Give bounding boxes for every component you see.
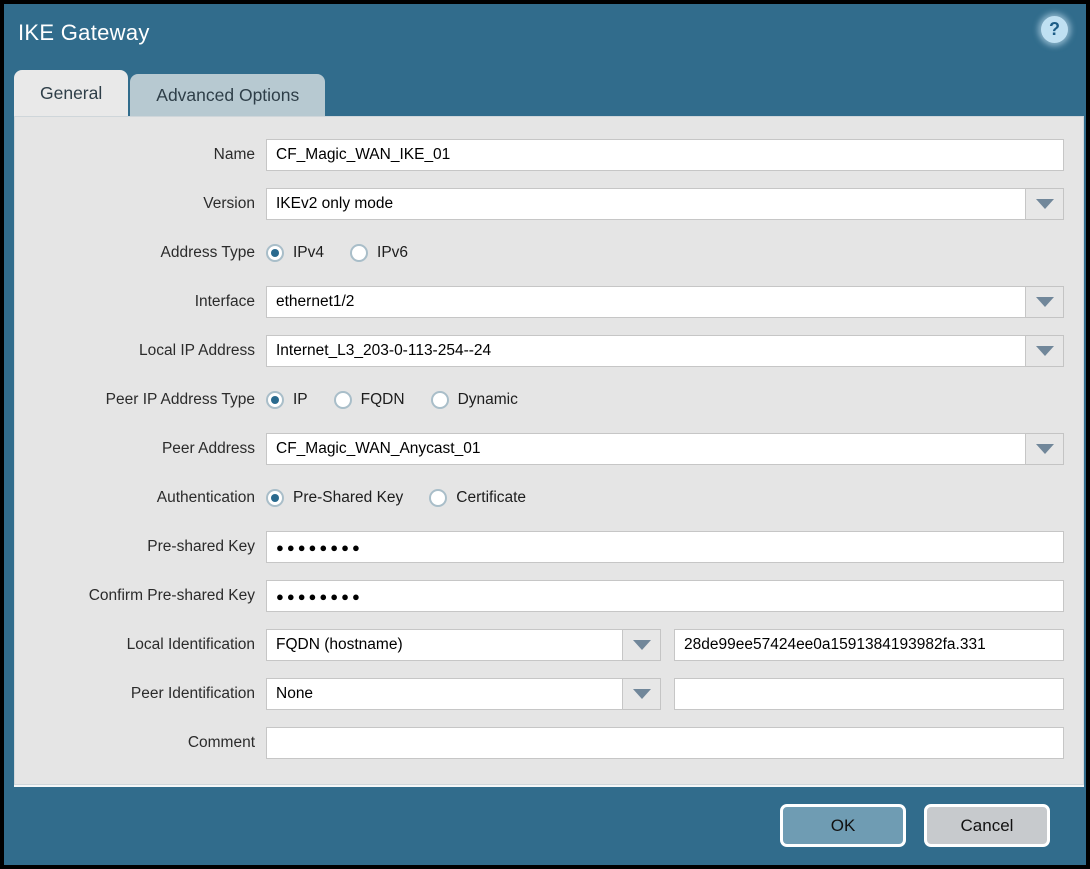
tab-bar: General Advanced Options — [14, 70, 326, 116]
confirm-pre-shared-key-row: Confirm Pre-shared Key ●●●●●●●● — [14, 580, 1064, 612]
peer-address-row: Peer Address CF_Magic_WAN_Anycast_01 — [14, 433, 1064, 465]
radio-dynamic-label[interactable]: Dynamic — [458, 391, 518, 409]
version-row: Version IKEv2 only mode — [14, 188, 1064, 220]
local-identification-dropdown-arrow-icon[interactable] — [623, 629, 661, 661]
local-ip-address-select-value[interactable]: Internet_L3_203-0-113-254--24 — [266, 335, 1026, 367]
radio-ipv4-label[interactable]: IPv4 — [293, 244, 324, 262]
peer-ip-address-type-row: Peer IP Address Type IP FQDN Dynamic — [14, 384, 1064, 416]
confirm-pre-shared-key-input[interactable]: ●●●●●●●● — [266, 580, 1064, 612]
local-identification-label: Local Identification — [126, 636, 255, 653]
peer-identification-type-select-value[interactable]: None — [266, 678, 623, 710]
pre-shared-key-input[interactable]: ●●●●●●●● — [266, 531, 1064, 563]
dialog-title: IKE Gateway — [18, 20, 150, 45]
tab-advanced-options[interactable]: Advanced Options — [130, 74, 326, 116]
local-ip-address-label: Local IP Address — [138, 342, 255, 359]
radio-ipv6-label[interactable]: IPv6 — [377, 244, 408, 262]
local-identification-value-input[interactable]: 28de99ee57424ee0a1591384193982fa.331 — [674, 629, 1064, 661]
local-identification-type-select-value[interactable]: FQDN (hostname) — [266, 629, 623, 661]
dialog-titlebar: IKE Gateway ? — [4, 4, 1086, 62]
tab-general[interactable]: General — [14, 70, 129, 116]
radio-dynamic[interactable] — [430, 391, 449, 409]
local-ip-address-dropdown-arrow-icon[interactable] — [1026, 335, 1064, 367]
radio-fqdn[interactable] — [333, 391, 352, 409]
pre-shared-key-label: Pre-shared Key — [147, 538, 255, 555]
name-label: Name — [213, 146, 255, 163]
peer-address-select-value[interactable]: CF_Magic_WAN_Anycast_01 — [266, 433, 1026, 465]
radio-pre-shared-key[interactable] — [266, 489, 284, 507]
authentication-label: Authentication — [156, 489, 255, 506]
name-row: Name CF_Magic_WAN_IKE_01 — [14, 139, 1064, 171]
address-type-label: Address Type — [160, 244, 256, 261]
local-ip-address-row: Local IP Address Internet_L3_203-0-113-2… — [14, 335, 1064, 367]
radio-ip[interactable] — [266, 391, 284, 409]
version-select-value[interactable]: IKEv2 only mode — [266, 188, 1026, 220]
radio-pre-shared-key-label[interactable]: Pre-Shared Key — [293, 489, 403, 507]
peer-ip-address-type-label: Peer IP Address Type — [105, 391, 255, 408]
radio-fqdn-label[interactable]: FQDN — [361, 391, 405, 409]
radio-ipv6[interactable] — [350, 244, 369, 262]
comment-input[interactable] — [266, 727, 1064, 759]
comment-row: Comment — [14, 727, 1064, 759]
cancel-button[interactable]: Cancel — [924, 804, 1050, 847]
interface-row: Interface ethernet1/2 — [14, 286, 1064, 318]
name-input[interactable]: CF_Magic_WAN_IKE_01 — [266, 139, 1064, 171]
radio-certificate[interactable] — [429, 489, 448, 507]
interface-select-value[interactable]: ethernet1/2 — [266, 286, 1026, 318]
radio-certificate-label[interactable]: Certificate — [456, 489, 526, 507]
pre-shared-key-row: Pre-shared Key ●●●●●●●● — [14, 531, 1064, 563]
comment-label: Comment — [187, 734, 255, 751]
address-type-row: Address Type IPv4 IPv6 — [14, 237, 1064, 269]
interface-label: Interface — [194, 293, 255, 310]
dialog-footer: OK Cancel — [4, 786, 1086, 865]
confirm-pre-shared-key-label: Confirm Pre-shared Key — [88, 587, 255, 604]
local-identification-row: Local Identification FQDN (hostname) 28d… — [14, 629, 1064, 661]
peer-identification-value-input[interactable] — [674, 678, 1064, 710]
general-tab-panel: Name CF_Magic_WAN_IKE_01 Version IKEv2 o… — [14, 116, 1084, 787]
ok-button[interactable]: OK — [780, 804, 906, 847]
version-dropdown-arrow-icon[interactable] — [1026, 188, 1064, 220]
radio-ip-label[interactable]: IP — [293, 391, 308, 409]
ike-gateway-dialog: IKE Gateway ? General Advanced Options N… — [0, 0, 1090, 869]
peer-address-label: Peer Address — [161, 440, 255, 457]
authentication-row: Authentication Pre-Shared Key Certificat… — [14, 482, 1064, 514]
peer-identification-row: Peer Identification None — [14, 678, 1064, 710]
radio-ipv4[interactable] — [266, 244, 284, 262]
help-icon[interactable]: ? — [1041, 16, 1068, 43]
version-label: Version — [203, 195, 255, 212]
peer-address-dropdown-arrow-icon[interactable] — [1026, 433, 1064, 465]
peer-identification-label: Peer Identification — [130, 685, 255, 702]
peer-identification-dropdown-arrow-icon[interactable] — [623, 678, 661, 710]
interface-dropdown-arrow-icon[interactable] — [1026, 286, 1064, 318]
